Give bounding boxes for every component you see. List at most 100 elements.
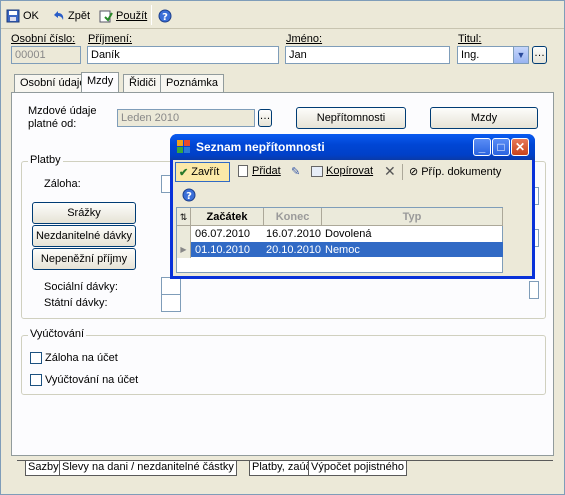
column-start[interactable]: Začátek [191, 208, 264, 226]
add-label: Přidat [252, 165, 281, 177]
name-label: Jméno: [286, 33, 323, 45]
period-label-line1: Mzdové údaje [28, 105, 97, 117]
save-icon [6, 9, 20, 23]
social-benefits-field[interactable] [161, 277, 181, 295]
title-label: Titul: [458, 33, 482, 45]
app-icon [177, 140, 191, 154]
toolbar: OK Zpět Použít ? [1, 1, 564, 29]
title-more-button[interactable]: … [532, 46, 547, 64]
table-row[interactable]: 06.07.2010 16.07.2010 Dovolená [177, 226, 503, 242]
table-row-selected[interactable]: ▶ 01.10.2010 20.10.2010 Nemoc [177, 242, 503, 258]
dialog-title-bar[interactable]: Seznam nepřítomnosti _ □ ✕ [170, 134, 535, 160]
dialog-title: Seznam nepřítomnosti [196, 140, 325, 154]
grid-corner[interactable]: ⇅ [177, 208, 191, 226]
settlement-to-account-label: Vyúčtování na účet [45, 374, 139, 386]
tab-note[interactable]: Poznámka [160, 74, 224, 92]
absence-grid: ⇅ Začátek Konec Typ 06.07.2010 16.07.201… [176, 207, 503, 273]
period-picker-button[interactable]: … [258, 109, 272, 127]
undo-arrow-icon [51, 9, 65, 23]
state-benefits-label: Státní dávky: [44, 297, 108, 309]
copy-icon [311, 165, 323, 177]
apply-icon [99, 9, 113, 23]
toolbar-separator [151, 5, 152, 25]
back-button[interactable]: Zpět [51, 7, 90, 25]
bottom-tab-tax-relief[interactable]: Slevy na dani / nezdanitelné částky [59, 461, 237, 476]
copy-button[interactable]: Kopírovat [311, 165, 373, 177]
right-field-3[interactable] [529, 281, 539, 299]
absence-button[interactable]: Nepřítomnosti [296, 107, 406, 129]
absence-list-dialog: Seznam nepřítomnosti _ □ ✕ ✔ Zavřít Přid… [170, 134, 535, 279]
svg-text:?: ? [162, 12, 168, 23]
attachments-label: Příp. dokumenty [421, 165, 502, 178]
help-icon: ? [158, 9, 172, 23]
new-document-icon [238, 165, 248, 177]
ok-button[interactable]: OK [6, 7, 39, 25]
surname-field[interactable]: Daník [87, 46, 279, 64]
payments-group-title: Platby [28, 154, 63, 166]
column-end[interactable]: Konec [264, 208, 322, 226]
minimize-icon: _ [478, 140, 486, 154]
row-start: 01.10.2010 [195, 244, 251, 256]
checkmark-icon: ✔ [179, 166, 189, 179]
settlement-group: Vyúčtování [21, 328, 546, 395]
minimize-button[interactable]: _ [473, 138, 491, 156]
bottom-tab-insurance-calc[interactable]: Výpočet pojistného [308, 461, 407, 476]
title-value: Ing. [461, 49, 480, 61]
delete-button[interactable]: ✕ [384, 163, 396, 180]
row-type: Nemoc [325, 244, 360, 256]
personal-number-field[interactable]: 00001 [11, 46, 81, 64]
name-field[interactable]: Jan [285, 46, 450, 64]
help-button[interactable]: ? [158, 7, 172, 25]
copy-label: Kopírovat [326, 165, 374, 177]
help-icon: ? [182, 188, 196, 205]
dialog-help-button[interactable]: ? [182, 188, 196, 205]
row-type: Dovolená [325, 228, 372, 240]
edit-button[interactable]: ✎ [291, 165, 300, 178]
apply-button[interactable]: Použít [99, 7, 147, 25]
paperclip-icon: ⊘ [409, 166, 419, 178]
row-pointer-icon: ▶ [177, 242, 191, 258]
ok-label: OK [23, 10, 39, 22]
row-end: 20.10.2010 [266, 244, 322, 256]
tab-drivers[interactable]: Řidiči [123, 74, 162, 92]
employee-window: OK Zpět Použít ? Osobní číslo: 00001 Pří… [0, 0, 565, 495]
wages-button[interactable]: Mzdy [430, 107, 538, 129]
dialog-toolbar-separator [402, 164, 403, 180]
row-end: 16.07.2010 [266, 228, 322, 240]
apply-label: Použít [116, 10, 148, 22]
bottom-tab-rates[interactable]: Sazby [25, 461, 62, 476]
column-type[interactable]: Typ [322, 208, 503, 226]
svg-text:?: ? [186, 191, 192, 202]
close-window-button[interactable]: ✕ [511, 138, 529, 156]
settlement-to-account-checkbox[interactable] [30, 374, 42, 386]
row-start: 06.07.2010 [195, 228, 251, 240]
settlement-group-title: Vyúčtování [28, 328, 87, 340]
nontaxable-benefits-button[interactable]: Nezdanitelné dávky [32, 225, 136, 247]
title-select[interactable]: Ing. ▼ [457, 46, 529, 64]
add-button[interactable]: Přidat [238, 165, 281, 177]
social-benefits-label: Sociální dávky: [44, 281, 118, 293]
delete-icon: ✕ [384, 163, 396, 179]
surname-label: Příjmení: [88, 33, 133, 45]
deductions-button[interactable]: Srážky [32, 202, 136, 224]
period-field[interactable]: Leden 2010 [117, 109, 255, 127]
noncash-income-button[interactable]: Nepeněžní příjmy [32, 248, 136, 270]
advance-to-account-checkbox[interactable] [30, 352, 42, 364]
attachments-button[interactable]: ⊘ Příp. dokumenty [409, 165, 502, 179]
maximize-button[interactable]: □ [492, 138, 510, 156]
dialog-close-button[interactable]: ✔ Zavřít [175, 162, 230, 182]
row-header [177, 226, 191, 242]
maximize-icon: □ [497, 140, 505, 154]
tab-personal[interactable]: Osobní údaje [14, 74, 92, 92]
personal-number-label: Osobní číslo: [11, 33, 76, 45]
state-benefits-field[interactable] [161, 294, 181, 312]
tab-wages[interactable]: Mzdy [81, 72, 120, 93]
chevron-down-icon[interactable]: ▼ [513, 47, 528, 63]
period-label-line2: platné od: [28, 118, 77, 130]
back-label: Zpět [68, 10, 91, 22]
advance-label: Záloha: [44, 178, 81, 190]
close-icon: ✕ [514, 140, 526, 154]
dialog-close-label: Zavřít [191, 166, 220, 178]
edit-pencil-icon: ✎ [291, 166, 301, 178]
advance-to-account-label: Záloha na účet [45, 352, 118, 364]
